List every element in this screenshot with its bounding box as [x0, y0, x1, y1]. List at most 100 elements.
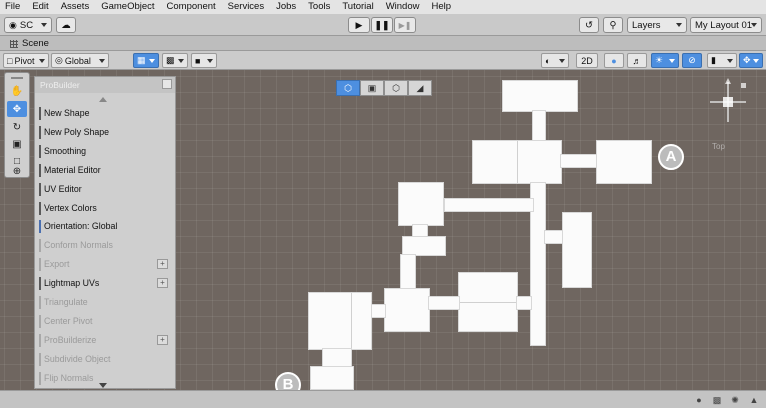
probuilder-item-lightmap-uvs[interactable]: Lightmap UVs +: [38, 275, 172, 292]
corridor-east[interactable]: [560, 154, 598, 168]
probuilder-item-uv-editor[interactable]: UV Editor: [38, 181, 172, 198]
probuilder-item-subdivide-object[interactable]: Subdivide Object: [38, 351, 172, 368]
gizmos-dropdown[interactable]: ✥: [739, 53, 763, 68]
room-hub[interactable]: [384, 288, 430, 332]
menu-item-assets[interactable]: Assets: [61, 0, 90, 14]
scale-tool[interactable]: ▣: [7, 136, 27, 152]
menu-item-tutorial[interactable]: Tutorial: [342, 0, 373, 14]
menu-item-help[interactable]: Help: [431, 0, 451, 14]
camera-dropdown[interactable]: ▮: [707, 53, 737, 68]
gizmos-icon: ✥: [743, 55, 751, 65]
account-dropdown[interactable]: ◉ SC: [4, 17, 52, 33]
probuilder-item-conform-normals[interactable]: Conform Normals: [38, 237, 172, 254]
room-southwest[interactable]: [308, 292, 372, 350]
options-plus-icon[interactable]: +: [157, 259, 168, 270]
pause-button[interactable]: ❚❚: [371, 17, 393, 33]
audio-toggle[interactable]: ♬: [627, 53, 647, 68]
tab-scene[interactable]: Scene: [4, 36, 55, 51]
step-button[interactable]: ▶❚: [394, 17, 416, 33]
room-west-upper[interactable]: [398, 182, 444, 226]
global-dropdown[interactable]: ◎ Global: [51, 53, 109, 68]
global-label: Global: [64, 55, 91, 66]
probuilder-item-new-poly-shape[interactable]: New Poly Shape: [38, 124, 172, 141]
room-center[interactable]: [458, 272, 518, 332]
room-upper-center[interactable]: [472, 140, 562, 184]
scroll-down-icon[interactable]: [99, 383, 107, 388]
room-south[interactable]: [310, 366, 354, 390]
corridor-west-vertical[interactable]: [400, 254, 416, 290]
menu-item-services[interactable]: Services: [228, 0, 264, 14]
corridor-west-branch[interactable]: [444, 198, 534, 212]
scene-viewport[interactable]: ✋ ✥ ↻ ▣ □ ⊕ ProBuilder New Shape New Poly…: [0, 70, 766, 390]
transform-tool[interactable]: ⊕: [7, 165, 27, 177]
corridor-center-east[interactable]: [516, 296, 532, 310]
history-button[interactable]: ↺: [579, 17, 599, 33]
panel-options-icon[interactable]: [162, 79, 172, 89]
lock-icon[interactable]: ▩: [712, 395, 722, 405]
menu-item-jobs[interactable]: Jobs: [276, 0, 296, 14]
edge-mode-button[interactable]: ⬡: [384, 80, 408, 96]
transform-tool-strip: ✋ ✥ ↻ ▣ □ ⊕: [4, 72, 30, 178]
effects-dropdown[interactable]: ☀: [651, 53, 679, 68]
account-label: SC: [19, 19, 34, 31]
layers-dropdown[interactable]: Layers: [627, 17, 687, 33]
play-button[interactable]: ▶: [348, 17, 370, 33]
move-tool[interactable]: ✥: [7, 101, 27, 117]
probuilder-item-center-pivot[interactable]: Center Pivot: [38, 313, 172, 330]
probuilder-item-new-shape[interactable]: New Shape: [38, 105, 172, 122]
menu-item-gameobject[interactable]: GameObject: [101, 0, 154, 14]
corridor-south[interactable]: [322, 348, 352, 368]
pause-icon: ❚❚: [374, 19, 390, 30]
collab-icon[interactable]: ●: [694, 395, 704, 405]
room-east-tall[interactable]: [562, 212, 592, 288]
tool-strip-handle[interactable]: [7, 75, 27, 81]
account-icon: ◉: [9, 19, 17, 30]
hand-tool[interactable]: ✋: [7, 83, 27, 99]
menu-item-file[interactable]: File: [5, 0, 20, 14]
object-mode-button[interactable]: ⬡: [336, 80, 360, 96]
rotate-tool[interactable]: ↻: [7, 119, 27, 135]
grid-snap-button[interactable]: ▦: [133, 53, 159, 68]
visibility-icon: ⊘: [688, 55, 696, 65]
menu-item-tools[interactable]: Tools: [308, 0, 330, 14]
ruler-button[interactable]: ■: [191, 53, 217, 68]
bug-icon[interactable]: ✺: [730, 395, 740, 405]
probuilder-item-material-editor[interactable]: Material Editor: [38, 162, 172, 179]
probuilder-item-probuilderize[interactable]: ProBuilderize +: [38, 332, 172, 349]
rotate-icon: ↻: [12, 121, 22, 133]
lighting-toggle[interactable]: ●: [604, 53, 624, 68]
options-plus-icon[interactable]: +: [157, 334, 168, 345]
menu-item-edit[interactable]: Edit: [32, 0, 48, 14]
draw-mode-dropdown[interactable]: ◐: [541, 53, 569, 68]
corridor-east-stub[interactable]: [544, 230, 564, 244]
toggle-2d-button[interactable]: 2D: [576, 53, 598, 68]
probuilder-item-label: Conform Normals: [44, 240, 113, 251]
corridor-north[interactable]: [532, 110, 546, 142]
room-west-small[interactable]: [402, 236, 446, 256]
vertex-mode-button[interactable]: ▣: [360, 80, 384, 96]
layout-dropdown[interactable]: My Layout 01: [690, 17, 762, 33]
corridor-hub-center[interactable]: [428, 296, 460, 310]
room-north[interactable]: [502, 80, 578, 112]
pivot-dropdown[interactable]: □ Pivot: [3, 53, 49, 68]
menu-item-window[interactable]: Window: [386, 0, 420, 14]
probuilder-item-export[interactable]: Export +: [38, 256, 172, 273]
probuilder-item-smoothing[interactable]: Smoothing: [38, 143, 172, 160]
hidden-objects-toggle[interactable]: ⊘: [682, 53, 702, 68]
corridor-hub-west[interactable]: [370, 304, 386, 318]
ruler-icon: ■: [195, 55, 201, 66]
increment-snap-button[interactable]: ▩: [162, 53, 188, 68]
orientation-gizmo[interactable]: [706, 76, 750, 142]
probuilder-item-orientation-global[interactable]: Orientation: Global: [38, 218, 172, 235]
room-east[interactable]: [596, 140, 652, 184]
search-button[interactable]: ⚲: [603, 17, 623, 33]
effects-icon: ☀: [655, 55, 664, 65]
face-mode-button[interactable]: ◢: [408, 80, 432, 96]
notification-icon[interactable]: ▲: [749, 395, 759, 405]
cloud-button[interactable]: ☁: [56, 17, 76, 33]
probuilder-item-vertex-colors[interactable]: Vertex Colors: [38, 200, 172, 217]
menu-item-component[interactable]: Component: [167, 0, 216, 14]
options-plus-icon[interactable]: +: [157, 278, 168, 289]
probuilder-item-triangulate[interactable]: Triangulate: [38, 294, 172, 311]
scroll-up-icon[interactable]: [99, 97, 107, 102]
